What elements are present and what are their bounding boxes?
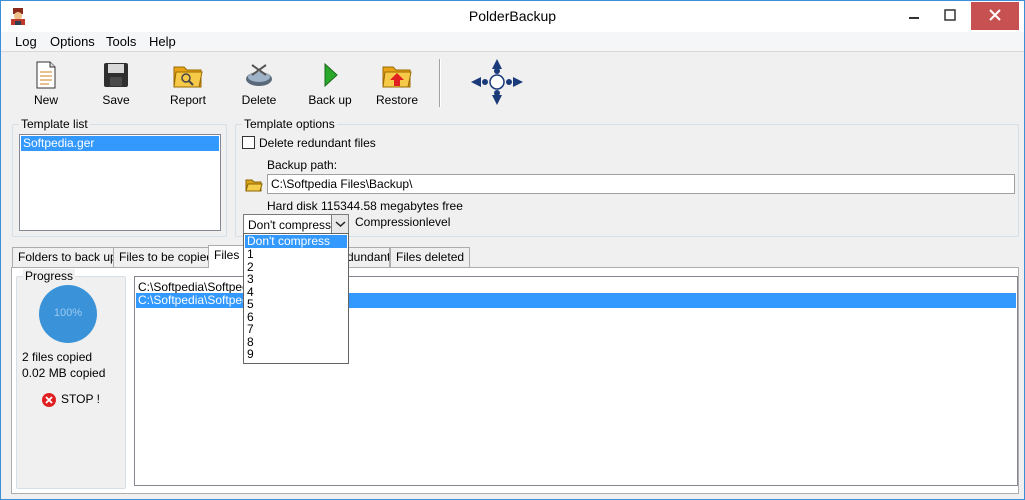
chevron-down-icon <box>335 221 346 228</box>
template-options-caption: Template options <box>242 117 337 131</box>
compression-dropdown-list[interactable]: Don't compress 1 2 3 4 5 6 7 8 9 <box>243 233 349 364</box>
hard-disk-free-text: Hard disk 115344.58 megabytes free <box>267 199 463 213</box>
save-button[interactable]: Save <box>86 59 146 111</box>
compression-select-value: Don't compress <box>248 218 331 232</box>
close-icon <box>989 9 1001 21</box>
toolbar: New Save Report Delete Back up Restore <box>1 53 1024 113</box>
tab-folders-to-back-up[interactable]: Folders to back up <box>12 247 123 267</box>
mb-copied-count: 0.02 MB copied <box>22 366 106 380</box>
new-document-icon <box>36 61 56 89</box>
delete-redundant-checkbox[interactable] <box>242 136 255 149</box>
backup-path-input[interactable]: C:\Softpedia Files\Backup\ <box>267 174 1015 194</box>
dropdown-option-1[interactable]: 1 <box>245 248 347 261</box>
dropdown-option-8[interactable]: 8 <box>245 336 347 349</box>
toolbar-separator <box>439 59 441 107</box>
polder-logo-icon <box>471 59 523 105</box>
menu-options[interactable]: Options <box>50 34 95 49</box>
menu-log[interactable]: Log <box>15 34 37 49</box>
dropdown-option-7[interactable]: 7 <box>245 323 347 336</box>
menu-bar: Log Options Tools Help <box>1 32 1024 52</box>
report-label: Report <box>169 93 207 107</box>
template-list-group: Template list Softpedia.ger <box>12 117 227 237</box>
report-button[interactable]: Report <box>158 59 218 111</box>
delete-button[interactable]: Delete <box>229 59 289 111</box>
compression-level-label: Compressionlevel <box>355 215 451 229</box>
template-item[interactable]: Softpedia.ger <box>21 136 219 151</box>
dropdown-option-9[interactable]: 9 <box>245 348 347 361</box>
close-button[interactable] <box>971 2 1019 30</box>
delete-label: Delete <box>241 93 277 107</box>
folder-restore-icon <box>382 66 412 88</box>
menu-help[interactable]: Help <box>149 34 176 49</box>
stop-label: STOP ! <box>61 392 100 406</box>
restore-button[interactable]: Restore <box>367 59 427 111</box>
menu-tools[interactable]: Tools <box>106 34 136 49</box>
minimize-icon <box>909 17 919 19</box>
restore-label: Restore <box>375 93 419 107</box>
template-list-caption: Template list <box>19 117 90 131</box>
save-label: Save <box>102 93 130 107</box>
tab-files-copied[interactable]: Files c <box>208 245 248 268</box>
play-arrow-icon <box>324 62 338 88</box>
window-title: PolderBackup <box>468 8 557 24</box>
dropdown-option-3[interactable]: 3 <box>245 273 347 286</box>
stop-x-icon <box>42 393 56 407</box>
dropdown-option-dont-compress[interactable]: Don't compress <box>245 235 347 248</box>
dropdown-option-6[interactable]: 6 <box>245 311 347 324</box>
new-label: New <box>33 93 58 107</box>
maximize-icon <box>944 9 956 21</box>
title-bar[interactable]: PolderBackup <box>1 1 1024 32</box>
maximize-button[interactable] <box>933 2 967 30</box>
tab-files-to-be-copied[interactable]: Files to be copied <box>113 247 220 267</box>
dropdown-option-2[interactable]: 2 <box>245 261 347 274</box>
dropdown-option-4[interactable]: 4 <box>245 286 347 299</box>
backup-button[interactable]: Back up <box>300 59 360 111</box>
dropdown-option-5[interactable]: 5 <box>245 298 347 311</box>
compression-dropdown-button[interactable] <box>331 215 348 233</box>
stop-button[interactable]: STOP ! <box>41 391 103 409</box>
files-copied-count: 2 files copied <box>22 350 93 364</box>
minimize-button[interactable] <box>897 2 931 30</box>
backup-label: Back up <box>308 93 352 107</box>
tab-files-deleted[interactable]: Files deleted <box>390 247 471 267</box>
delete-disk-icon <box>246 64 272 86</box>
folder-report-icon <box>173 66 203 88</box>
template-listbox[interactable]: Softpedia.ger <box>19 134 221 231</box>
progress-caption: Progress <box>23 269 76 283</box>
progress-percent: 100% <box>53 307 83 319</box>
open-folder-icon[interactable] <box>245 178 263 192</box>
compression-select[interactable]: Don't compress <box>243 214 349 234</box>
app-window: PolderBackup Log Options Tools Help New … <box>0 0 1025 500</box>
new-button[interactable]: New <box>16 59 76 111</box>
delete-redundant-label: Delete redundant files <box>259 136 376 150</box>
floppy-disk-icon <box>104 63 128 87</box>
backup-path-label: Backup path: <box>267 158 338 172</box>
